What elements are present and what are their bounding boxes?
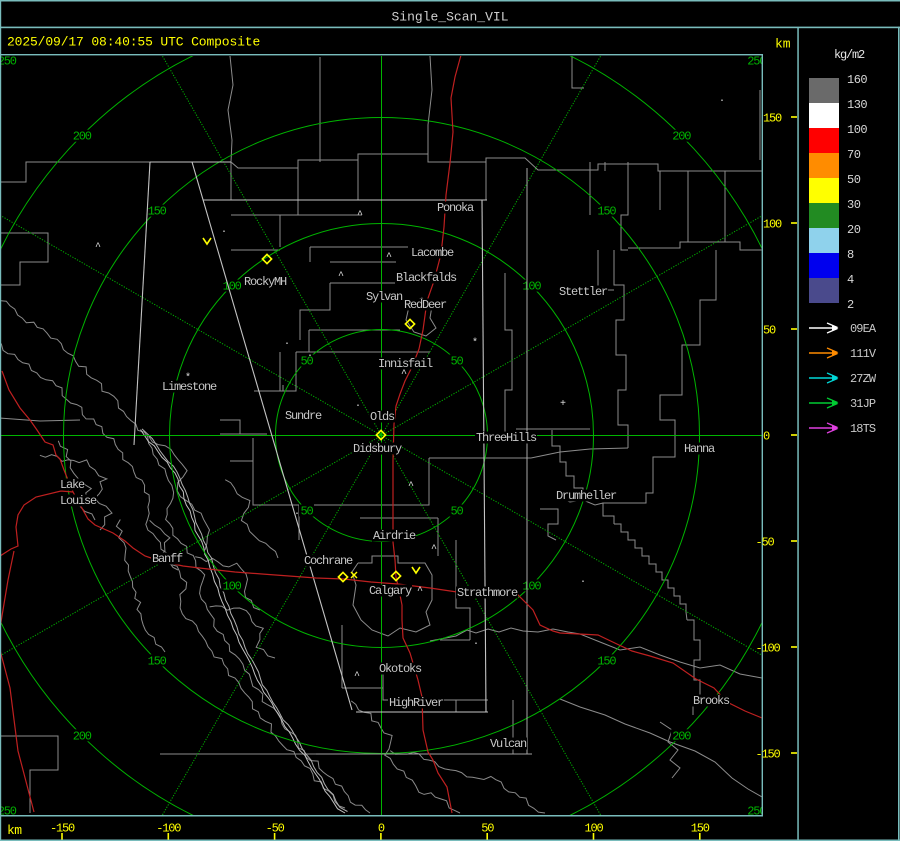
svg-text:RedDeer: RedDeer xyxy=(404,298,447,312)
svg-text:Lacombe: Lacombe xyxy=(411,246,454,260)
svg-text:2025/09/17 08:40:55 UTC Compos: 2025/09/17 08:40:55 UTC Composite xyxy=(7,35,260,50)
svg-text:.: . xyxy=(221,225,227,236)
svg-text:.: . xyxy=(284,337,290,348)
svg-text:.: . xyxy=(294,507,300,518)
svg-text:^: ^ xyxy=(408,481,414,492)
svg-text:Calgary: Calgary xyxy=(369,584,412,598)
svg-text:Louise: Louise xyxy=(60,494,97,508)
svg-text:Drumheller: Drumheller xyxy=(556,489,617,503)
svg-text:HighRiver: HighRiver xyxy=(389,696,444,710)
svg-text:Limestone: Limestone xyxy=(162,380,217,394)
svg-text:^: ^ xyxy=(95,242,101,253)
svg-text:Blackfalds: Blackfalds xyxy=(396,271,457,285)
svg-text:31JP: 31JP xyxy=(850,397,876,411)
svg-text:.: . xyxy=(355,399,361,410)
svg-text:Single_Scan_VIL: Single_Scan_VIL xyxy=(391,10,508,25)
svg-text:200: 200 xyxy=(73,130,92,144)
svg-text:RockyMH: RockyMH xyxy=(244,275,287,289)
svg-text:100: 100 xyxy=(522,280,541,294)
svg-text:^: ^ xyxy=(338,271,344,282)
svg-text:.: . xyxy=(719,94,725,105)
svg-text:250: 250 xyxy=(0,55,17,69)
svg-text:.: . xyxy=(580,575,586,586)
svg-text:-50: -50 xyxy=(756,536,775,550)
svg-text:ThreeHills: ThreeHills xyxy=(476,431,537,445)
svg-text:km: km xyxy=(775,37,791,52)
svg-text:8: 8 xyxy=(847,248,854,262)
svg-text:50: 50 xyxy=(847,173,861,187)
svg-text:09EA: 09EA xyxy=(850,322,877,336)
svg-text:30: 30 xyxy=(847,198,861,212)
svg-text:18TS: 18TS xyxy=(850,422,876,436)
svg-text:150: 150 xyxy=(597,205,616,219)
svg-text:2: 2 xyxy=(847,298,854,312)
svg-text:50: 50 xyxy=(450,355,463,369)
svg-text:Okotoks: Okotoks xyxy=(379,662,422,676)
svg-text:50: 50 xyxy=(300,505,313,519)
svg-text:-100: -100 xyxy=(756,642,781,656)
svg-text:Ponoka: Ponoka xyxy=(437,201,474,215)
svg-text:Stettler: Stettler xyxy=(559,285,608,299)
svg-text:Hanna: Hanna xyxy=(684,442,715,456)
svg-text:Strathmore: Strathmore xyxy=(457,586,518,600)
svg-text:130: 130 xyxy=(847,98,867,112)
svg-text:70: 70 xyxy=(847,148,861,162)
svg-text:Sundre: Sundre xyxy=(285,409,322,423)
svg-text:^: ^ xyxy=(357,210,363,221)
svg-text:100: 100 xyxy=(223,579,242,593)
svg-text:Sylvan: Sylvan xyxy=(366,290,403,304)
svg-text:0: 0 xyxy=(763,430,770,444)
svg-text:150: 150 xyxy=(148,654,167,668)
svg-text:*: * xyxy=(472,337,478,349)
svg-text:200: 200 xyxy=(672,130,691,144)
svg-text:111V: 111V xyxy=(850,347,877,361)
svg-text:Lake: Lake xyxy=(60,478,85,492)
svg-text:.: . xyxy=(307,349,313,360)
svg-text:100: 100 xyxy=(763,218,782,232)
svg-text:200: 200 xyxy=(73,729,92,743)
svg-text:.: . xyxy=(473,637,479,648)
svg-text:20: 20 xyxy=(847,223,861,237)
svg-text:^: ^ xyxy=(386,252,392,263)
svg-text:Innisfail: Innisfail xyxy=(378,357,433,371)
svg-text:kg/m2: kg/m2 xyxy=(834,48,865,62)
svg-text:Brooks: Brooks xyxy=(693,694,730,708)
svg-text:100: 100 xyxy=(223,280,242,294)
svg-text:150: 150 xyxy=(763,112,782,126)
svg-text:4: 4 xyxy=(847,273,854,287)
svg-text:50: 50 xyxy=(763,324,776,338)
svg-text:Cochrane: Cochrane xyxy=(304,554,353,568)
svg-text:100: 100 xyxy=(847,123,867,137)
svg-text:Banff: Banff xyxy=(152,552,183,566)
svg-text:150: 150 xyxy=(148,205,167,219)
svg-text:km: km xyxy=(7,823,22,838)
svg-text:-150: -150 xyxy=(756,748,781,762)
svg-text:150: 150 xyxy=(597,654,616,668)
svg-text:^: ^ xyxy=(417,586,423,597)
svg-text:27ZW: 27ZW xyxy=(850,372,877,386)
svg-text:Airdrie: Airdrie xyxy=(373,529,416,543)
svg-text:200: 200 xyxy=(672,729,691,743)
svg-text:+: + xyxy=(560,399,566,410)
svg-text:Vulcan: Vulcan xyxy=(490,737,527,751)
svg-text:Didsbury: Didsbury xyxy=(353,442,402,456)
svg-text:100: 100 xyxy=(522,579,541,593)
svg-text:^: ^ xyxy=(431,544,437,555)
svg-text:160: 160 xyxy=(847,73,867,87)
svg-text:50: 50 xyxy=(450,505,463,519)
svg-text:Olds: Olds xyxy=(370,410,395,424)
svg-text:^: ^ xyxy=(354,671,360,682)
